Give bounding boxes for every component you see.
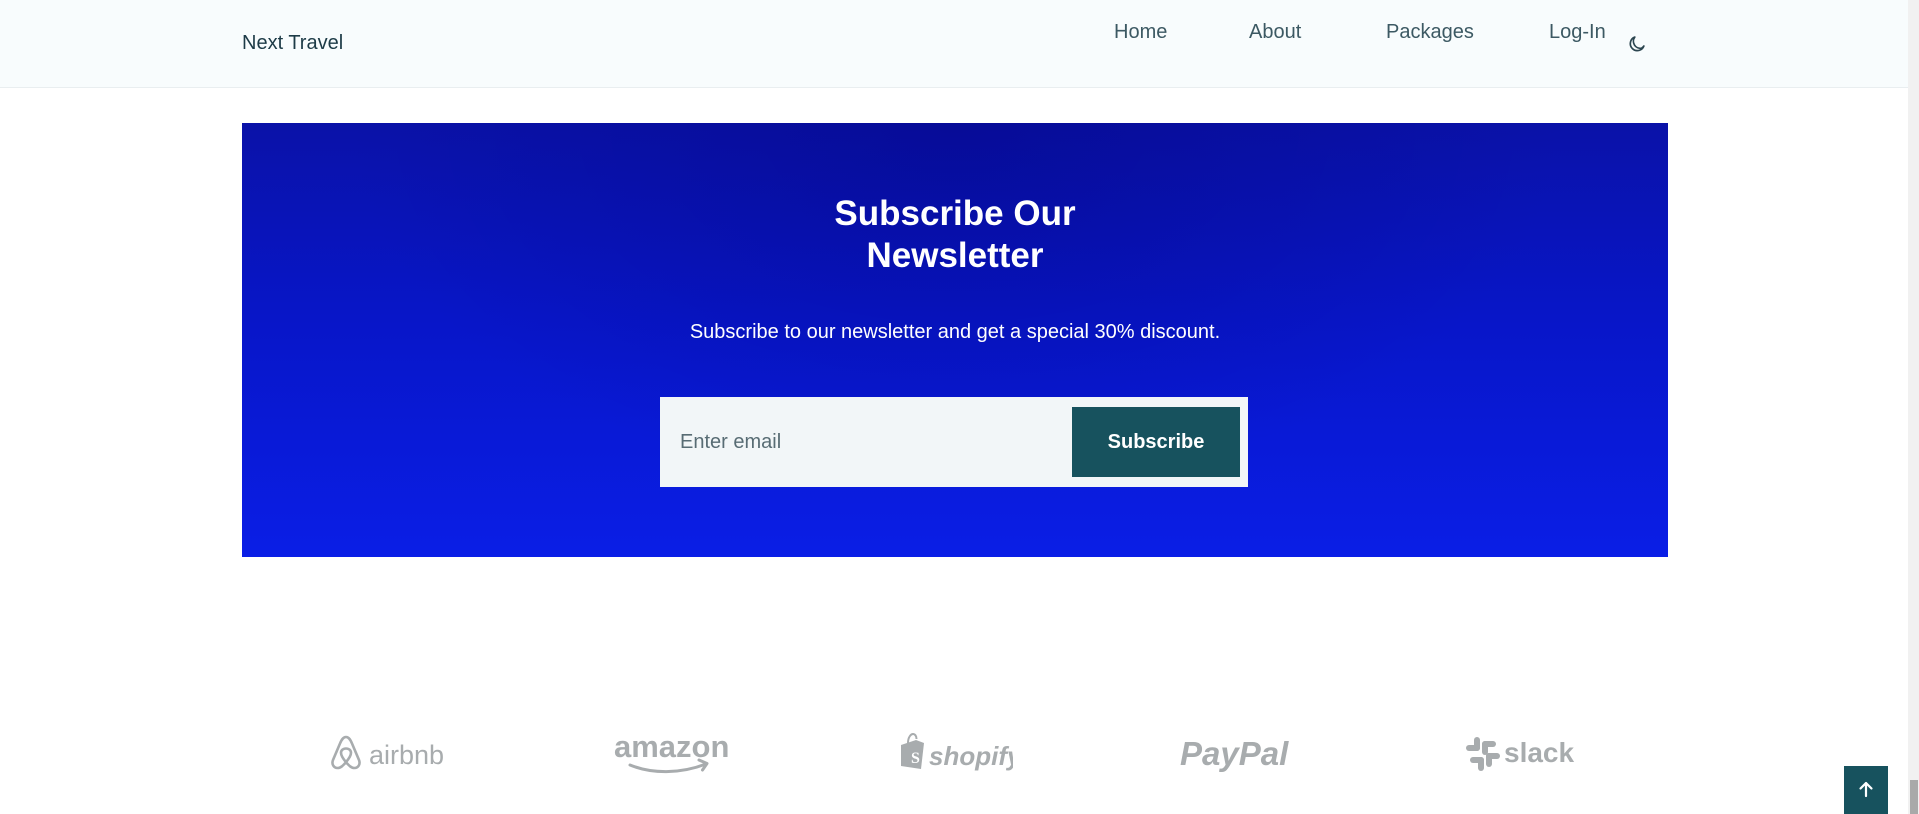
scrollbar-thumb[interactable] — [1910, 780, 1918, 814]
arrow-up-icon — [1857, 780, 1875, 801]
subscribe-button[interactable]: Subscribe — [1072, 407, 1240, 477]
slack-logo: slack — [1464, 728, 1580, 778]
newsletter-title-line1: Subscribe Our — [834, 194, 1076, 233]
amazon-logo: amazon — [612, 728, 732, 778]
moon-icon[interactable] — [1626, 30, 1650, 54]
svg-text:amazon: amazon — [614, 729, 729, 764]
svg-text:S: S — [911, 750, 920, 767]
newsletter-title: Subscribe Our Newsletter — [242, 193, 1668, 277]
svg-text:PayPal: PayPal — [1180, 735, 1289, 772]
newsletter-subtitle: Subscribe to our newsletter and get a sp… — [689, 321, 1221, 343]
back-to-top-button[interactable] — [1844, 766, 1888, 814]
nav-link-packages[interactable]: Packages — [1386, 21, 1474, 44]
nav-link-about[interactable]: About — [1249, 21, 1301, 44]
paypal-logo: PayPal — [1178, 728, 1298, 778]
email-input[interactable] — [660, 397, 1080, 487]
brand-logo[interactable]: Next Travel — [242, 32, 343, 55]
shopify-logo: S shopify — [897, 728, 1013, 778]
svg-text:slack: slack — [1504, 737, 1574, 768]
nav-link-login[interactable]: Log-In — [1549, 21, 1606, 44]
scrollbar-track[interactable] — [1908, 0, 1919, 814]
subscribe-form: Subscribe — [660, 397, 1248, 487]
nav-link-home[interactable]: Home — [1114, 21, 1167, 44]
navbar: Next Travel Home About Packages Log-In — [0, 0, 1908, 88]
newsletter-title-line2: Newsletter — [866, 236, 1044, 275]
airbnb-logo: airbnb — [329, 728, 445, 778]
svg-text:airbnb: airbnb — [369, 740, 444, 770]
svg-text:shopify: shopify — [929, 741, 1013, 771]
newsletter-section: Subscribe Our Newsletter Subscribe to ou… — [242, 123, 1668, 557]
